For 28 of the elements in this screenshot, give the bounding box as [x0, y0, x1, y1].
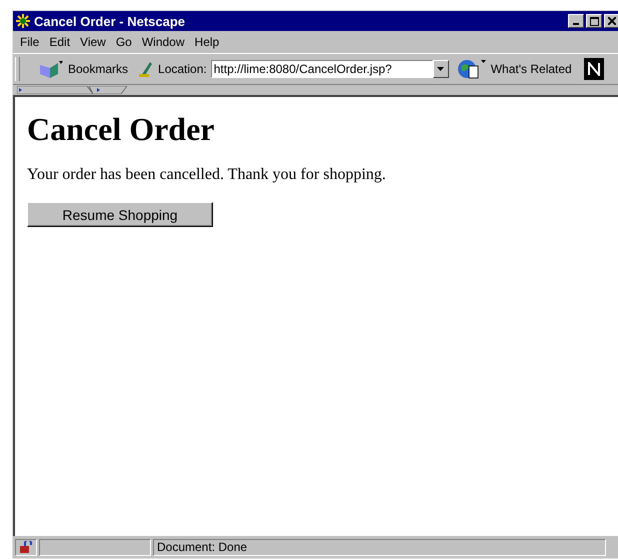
- menu-item[interactable]: Window: [138, 35, 188, 49]
- minimize-button[interactable]: [568, 14, 584, 28]
- status-text: Document: Done: [153, 538, 606, 556]
- close-button[interactable]: [604, 14, 618, 28]
- menu-item[interactable]: Edit: [46, 35, 74, 49]
- maximize-button[interactable]: [586, 14, 602, 28]
- bookmarks-label[interactable]: Bookmarks: [68, 62, 128, 76]
- close-icon: [608, 17, 616, 25]
- caret-icon: [437, 67, 444, 71]
- dropdown-button[interactable]: [432, 60, 449, 78]
- location-field[interactable]: http://lime:8080/CancelOrder.jsp?: [210, 60, 433, 78]
- globe-icon[interactable]: [456, 58, 487, 80]
- maximize-icon: [590, 16, 598, 26]
- location-icon: [138, 60, 154, 78]
- menu-item[interactable]: Go: [112, 35, 135, 49]
- location-label: Location:: [158, 62, 207, 76]
- menu-item[interactable]: File: [17, 35, 42, 49]
- security-icon[interactable]: [15, 538, 37, 556]
- menu-item[interactable]: View: [77, 35, 109, 49]
- resume-shopping-button[interactable]: Resume Shopping: [27, 202, 213, 227]
- confirmation-message: Your order has been cancelled. Thank you for shopping.: [27, 166, 387, 184]
- menu-item[interactable]: Help: [192, 35, 222, 49]
- netscape-logo-icon: [584, 58, 604, 80]
- collapse-tabs-icon[interactable]: [17, 86, 127, 94]
- whats-related-label[interactable]: What's Related: [490, 62, 572, 76]
- window-title: Cancel Order - Netscape: [34, 14, 186, 28]
- netscape-icon: [15, 13, 31, 29]
- page-heading: Cancel Order: [27, 111, 216, 148]
